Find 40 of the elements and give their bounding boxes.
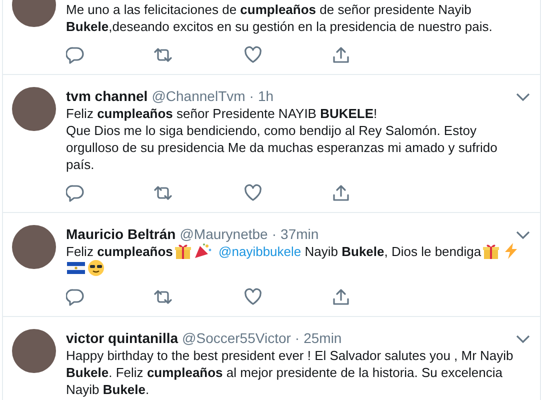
separator-dot: · bbox=[249, 87, 254, 105]
retweet-icon[interactable] bbox=[154, 288, 172, 306]
user-handle[interactable]: @Maurynetbe bbox=[180, 225, 268, 243]
share-icon[interactable] bbox=[332, 184, 350, 202]
timestamp[interactable]: 37min bbox=[280, 225, 319, 243]
heart-icon[interactable] bbox=[244, 288, 262, 306]
share-icon[interactable] bbox=[332, 46, 350, 64]
gift-icon bbox=[174, 243, 192, 259]
retweet-icon[interactable] bbox=[154, 184, 172, 202]
heart-icon[interactable] bbox=[244, 46, 262, 64]
chevron-down-icon[interactable] bbox=[516, 334, 530, 344]
retweet-icon[interactable] bbox=[154, 46, 172, 64]
user-handle[interactable]: @ChannelTvm bbox=[152, 87, 246, 105]
user-name[interactable]: tvm channel bbox=[66, 87, 148, 105]
separator-dot: · bbox=[294, 329, 300, 347]
chevron-down-icon[interactable] bbox=[516, 230, 530, 240]
user-name[interactable]: victor quintanilla bbox=[66, 329, 178, 347]
flag-icon bbox=[67, 260, 85, 276]
mention-link[interactable]: @nayibbukele bbox=[218, 244, 302, 259]
reply-icon[interactable] bbox=[66, 46, 84, 64]
party-popper-icon bbox=[194, 243, 212, 259]
reply-icon[interactable] bbox=[66, 288, 84, 306]
timestamp[interactable]: 25min bbox=[304, 329, 342, 347]
chevron-down-icon[interactable] bbox=[516, 92, 530, 102]
tweet-text: Me uno a las felicitaciones de cumpleaños de señor presidente Nayib Bukele,deseando excitos en su gestión en la presidencia de nuestro pais. bbox=[66, 1, 492, 35]
avatar-placeholder[interactable] bbox=[12, 225, 56, 269]
tweet-text: Feliz cumpleaños @nayibbukele Nayib Bukele, Dios le bendiga bbox=[66, 243, 522, 277]
separator-dot: · bbox=[272, 225, 277, 243]
share-icon[interactable] bbox=[332, 288, 350, 306]
reply-icon[interactable] bbox=[66, 184, 84, 202]
tweet-text: Happy birthday to the best president ever ! El Salvador salutes you , Mr Nayib Bukele. Feliz cumpleaños al mejor presidente de la historia. Su excelencia Nayib Bukele. bbox=[66, 347, 514, 398]
avatar-placeholder[interactable] bbox=[12, 329, 56, 373]
tweet-text: Feliz cumpleaños señor Presidente NAYIB BUKELE! Que Dios me lo siga bendiciendo, como bendijo al Rey Salomón. Estoy orgulloso de su presidencia Me da muchas esperanzas mi amado y sufrido país. bbox=[66, 105, 498, 173]
user-handle[interactable]: @Soccer55Victor bbox=[182, 329, 291, 347]
gift-icon bbox=[482, 243, 500, 259]
avatar-placeholder[interactable] bbox=[12, 87, 56, 131]
heart-icon[interactable] bbox=[244, 184, 262, 202]
user-name[interactable]: Mauricio Beltrán bbox=[66, 225, 176, 243]
timestamp[interactable]: 1h bbox=[258, 87, 274, 105]
sunglasses-face-icon bbox=[87, 260, 105, 276]
